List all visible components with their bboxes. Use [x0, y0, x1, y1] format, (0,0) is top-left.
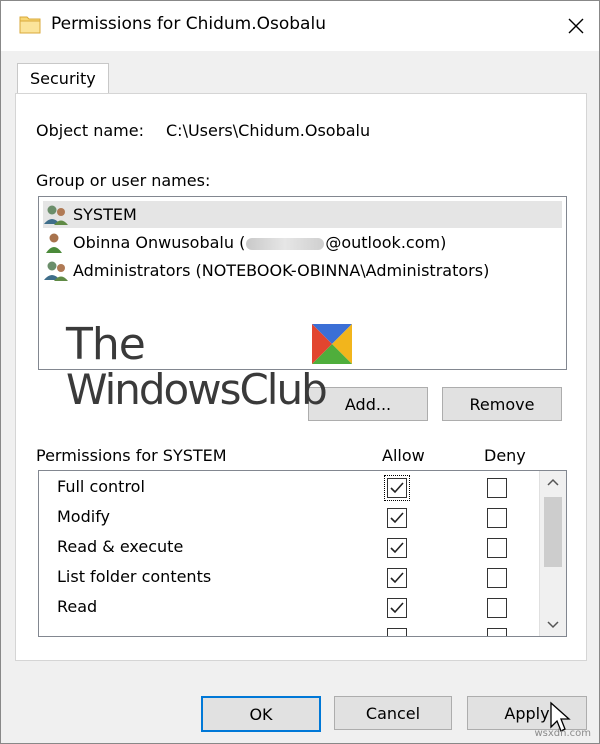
permission-name: List folder contents — [57, 567, 212, 586]
permission-name: Read — [57, 597, 98, 616]
group-user-names-label: Group or user names: — [36, 171, 211, 190]
scrollbar-thumb[interactable] — [544, 497, 562, 567]
deny-checkbox[interactable] — [487, 628, 507, 636]
permission-row: Full control — [39, 473, 539, 503]
folder-icon — [19, 16, 41, 34]
permissions-scrollbar[interactable] — [539, 471, 566, 636]
allow-checkbox[interactable] — [387, 628, 407, 636]
tab-strip: Security — [17, 63, 585, 94]
permission-row-partial — [39, 623, 539, 636]
permission-name: Read & execute — [57, 537, 184, 556]
deny-checkbox[interactable] — [487, 478, 507, 498]
close-button[interactable] — [553, 1, 599, 51]
checkmark-icon — [390, 542, 404, 554]
close-icon — [568, 18, 584, 34]
permission-name: Modify — [57, 507, 111, 526]
deny-checkbox[interactable] — [487, 568, 507, 588]
list-item-label: Obinna Onwusobalu ( @outlook.com) — [73, 233, 446, 252]
list-item-label: SYSTEM — [73, 205, 137, 224]
permission-name: Full control — [57, 477, 145, 496]
users-group-icon — [44, 261, 68, 281]
checkmark-icon — [390, 482, 404, 494]
permission-row: Read & execute — [39, 533, 539, 563]
deny-checkbox[interactable] — [487, 598, 507, 618]
site-watermark: wsxdn.com — [534, 728, 591, 739]
user-name-suffix: @outlook.com) — [325, 233, 447, 252]
redacted-email — [246, 237, 325, 250]
remove-button[interactable]: Remove — [442, 387, 562, 421]
permissions-dialog: Permissions for Chidum.Osobalu Security … — [0, 0, 600, 744]
allow-column-header: Allow — [382, 446, 425, 465]
allow-checkbox[interactable] — [387, 568, 407, 588]
list-item-label: Administrators (NOTEBOOK-OBINNA\Administ… — [73, 261, 490, 280]
checkmark-icon — [390, 572, 404, 584]
permissions-header: Permissions for SYSTEM — [36, 446, 227, 465]
scroll-up-button[interactable] — [540, 471, 566, 493]
group-user-listbox[interactable]: SYSTEM Obinna Onwusobalu ( @outlook.com) — [38, 196, 567, 370]
deny-checkbox[interactable] — [487, 538, 507, 558]
object-name-label: Object name: — [36, 121, 144, 140]
allow-checkbox[interactable] — [384, 475, 410, 501]
list-item[interactable]: SYSTEM — [43, 201, 562, 228]
ok-button[interactable]: OK — [201, 696, 321, 732]
user-name-prefix: Obinna Onwusobalu ( — [73, 233, 246, 252]
permissions-list: Full control Modify Read & execute List … — [38, 470, 567, 637]
add-button[interactable]: Add... — [308, 387, 428, 421]
list-item[interactable]: Obinna Onwusobalu ( @outlook.com) — [43, 229, 562, 256]
watermark-line2: WindowsClub — [66, 365, 328, 414]
deny-checkbox[interactable] — [487, 508, 507, 528]
permission-row: List folder contents — [39, 563, 539, 593]
permission-row: Modify — [39, 503, 539, 533]
tab-security[interactable]: Security — [17, 63, 109, 94]
users-group-icon — [44, 205, 68, 225]
permission-row: Read — [39, 593, 539, 623]
security-panel: Object name: C:\Users\Chidum.Osobalu Gro… — [15, 93, 587, 661]
allow-checkbox[interactable] — [387, 538, 407, 558]
allow-checkbox[interactable] — [387, 598, 407, 618]
deny-column-header: Deny — [484, 446, 526, 465]
checkmark-icon — [390, 512, 404, 524]
scroll-down-button[interactable] — [540, 614, 566, 636]
object-name-value: C:\Users\Chidum.Osobalu — [166, 121, 371, 140]
chevron-up-icon — [547, 478, 559, 486]
checkmark-icon — [390, 602, 404, 614]
window-title: Permissions for Chidum.Osobalu — [51, 14, 326, 34]
cancel-button[interactable]: Cancel — [334, 696, 452, 730]
allow-checkbox[interactable] — [387, 508, 407, 528]
title-bar: Permissions for Chidum.Osobalu — [1, 1, 599, 51]
list-item[interactable]: Administrators (NOTEBOOK-OBINNA\Administ… — [43, 257, 562, 284]
chevron-down-icon — [547, 621, 559, 629]
user-icon — [46, 233, 62, 253]
